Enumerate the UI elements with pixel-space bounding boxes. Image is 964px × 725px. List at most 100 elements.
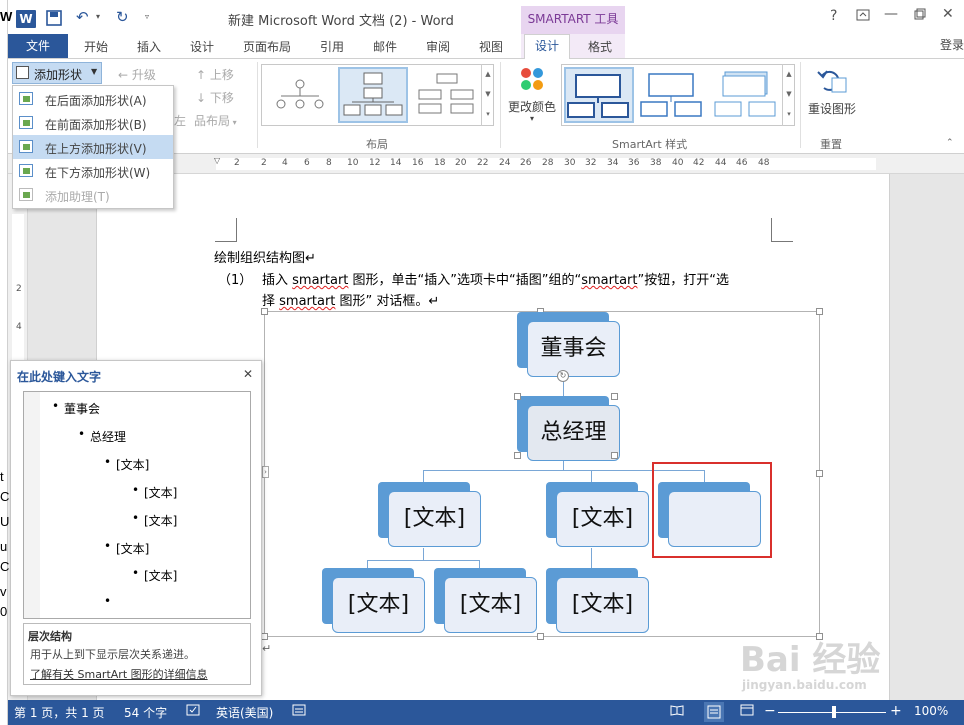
menu-item-add-below[interactable]: 在下方添加形状(W) bbox=[13, 159, 173, 183]
change-colors-button[interactable]: 更改颜色 ▾ bbox=[508, 64, 556, 130]
menu-item-add-assistant[interactable]: 添加助理(T) bbox=[13, 183, 173, 207]
resize-handle[interactable] bbox=[514, 393, 521, 400]
learn-more-link[interactable]: 了解有关 SmartArt 图形的详细信息 bbox=[30, 666, 208, 682]
redo-icon[interactable]: ↻ bbox=[116, 8, 129, 26]
resize-handle[interactable] bbox=[537, 633, 544, 640]
list-item[interactable]: [文本] bbox=[132, 566, 178, 584]
zoom-in-button[interactable]: + bbox=[890, 703, 902, 719]
tab-smartart-design[interactable]: 设计 bbox=[524, 34, 570, 59]
close-button[interactable]: ✕ bbox=[942, 6, 954, 22]
promote-button[interactable]: ← 升级 bbox=[118, 66, 156, 83]
minimize-button[interactable]: — bbox=[884, 6, 898, 22]
tab-insert[interactable]: 插入 bbox=[137, 38, 161, 55]
close-icon[interactable]: ✕ bbox=[243, 367, 253, 381]
tab-mailings[interactable]: 邮件 bbox=[373, 38, 397, 55]
list-item[interactable]: [文本] bbox=[132, 483, 178, 501]
right-to-left-button[interactable]: 左 bbox=[174, 112, 186, 129]
list-item[interactable]: [文本] bbox=[104, 539, 150, 557]
list-item[interactable] bbox=[104, 594, 126, 609]
org-node-child-1[interactable]: [文本] bbox=[378, 482, 482, 548]
undo-icon[interactable]: ↶ bbox=[76, 8, 89, 26]
tab-review[interactable]: 审阅 bbox=[426, 38, 450, 55]
layout-option-3[interactable] bbox=[412, 69, 482, 121]
tab-page-layout[interactable]: 页面布局 bbox=[243, 38, 291, 55]
resize-handle[interactable] bbox=[261, 308, 268, 315]
org-node-manager-selected[interactable]: 总经理 bbox=[517, 396, 621, 462]
ruler-number: 4 bbox=[282, 158, 288, 168]
tab-design-doc[interactable]: 设计 bbox=[190, 38, 214, 55]
style-option-3[interactable] bbox=[712, 69, 782, 121]
resize-handle[interactable] bbox=[514, 452, 521, 459]
word-logo-icon[interactable]: W bbox=[16, 10, 36, 28]
read-mode-icon[interactable] bbox=[670, 704, 684, 719]
web-layout-icon[interactable] bbox=[740, 704, 754, 719]
indent-marker-icon[interactable]: ▽ bbox=[214, 156, 220, 165]
list-item[interactable]: [文本] bbox=[132, 511, 178, 529]
zoom-slider-thumb[interactable] bbox=[832, 706, 836, 718]
org-node-grandchild-3[interactable]: [文本] bbox=[546, 568, 650, 634]
proofing-icon[interactable] bbox=[186, 704, 200, 719]
node-text[interactable]: 董事会 bbox=[527, 321, 620, 377]
style-option-2[interactable] bbox=[638, 69, 708, 121]
list-item[interactable]: [文本] bbox=[104, 455, 150, 473]
save-icon[interactable] bbox=[46, 10, 62, 30]
node-text[interactable]: [文本] bbox=[556, 577, 649, 633]
macro-icon[interactable] bbox=[292, 704, 306, 719]
add-shape-button[interactable]: 添加形状 ▼ bbox=[12, 62, 102, 84]
word-count[interactable]: 54 个字 bbox=[124, 704, 167, 721]
bg-char-6: v bbox=[0, 584, 7, 599]
zoom-out-button[interactable]: − bbox=[764, 703, 776, 719]
add-shape-label: 添加形状 bbox=[34, 68, 83, 82]
org-node-root[interactable]: 董事会 bbox=[517, 312, 621, 378]
layout-option-hierarchy-selected[interactable] bbox=[338, 67, 408, 123]
undo-dropdown-icon[interactable]: ▾ bbox=[96, 12, 100, 21]
move-up-button[interactable]: ↑ 上移 bbox=[196, 66, 234, 83]
tab-view[interactable]: 视图 bbox=[479, 38, 503, 55]
login-link[interactable]: 登录 bbox=[940, 36, 964, 53]
customize-qat-icon[interactable]: ▿ bbox=[145, 12, 149, 21]
tab-file[interactable]: 文件 bbox=[8, 34, 68, 58]
style-option-1-selected[interactable] bbox=[564, 67, 634, 123]
layouts-scroll[interactable]: ▲ ▼ ▾ bbox=[481, 64, 494, 126]
collapse-ribbon-icon[interactable]: ⌃ bbox=[946, 138, 954, 148]
move-down-button[interactable]: ↓ 下移 bbox=[196, 89, 234, 106]
list-item[interactable]: 董事会 bbox=[52, 399, 100, 417]
zoom-level[interactable]: 100% bbox=[914, 704, 948, 718]
menu-item-add-before[interactable]: 在前面添加形状(B) bbox=[13, 111, 173, 135]
rotate-handle-icon[interactable]: ↻ bbox=[557, 370, 569, 382]
org-node-child-2[interactable]: [文本] bbox=[546, 482, 650, 548]
text-pane-editor[interactable]: 董事会 总经理 [文本] [文本] [文本] [文本] [文本] bbox=[23, 391, 251, 619]
org-node-grandchild-1[interactable]: [文本] bbox=[322, 568, 426, 634]
resize-handle[interactable] bbox=[611, 452, 618, 459]
group-separator bbox=[500, 62, 501, 148]
tab-references[interactable]: 引用 bbox=[320, 38, 344, 55]
language[interactable]: 英语(美国) bbox=[216, 704, 273, 721]
node-text[interactable]: [文本] bbox=[444, 577, 537, 633]
print-layout-icon[interactable] bbox=[704, 702, 724, 722]
restore-button[interactable] bbox=[914, 8, 926, 24]
tab-home[interactable]: 开始 bbox=[84, 38, 108, 55]
tab-format[interactable]: 格式 bbox=[588, 38, 612, 55]
menu-item-label: 添加助理(T) bbox=[45, 190, 110, 204]
page-count[interactable]: 第 1 页，共 1 页 bbox=[14, 704, 105, 721]
resize-handle[interactable] bbox=[261, 633, 268, 640]
node-text[interactable]: 总经理 bbox=[527, 405, 620, 461]
node-text[interactable]: [文本] bbox=[332, 577, 425, 633]
reset-graphic-button[interactable]: 重设图形 bbox=[806, 64, 860, 130]
node-text[interactable]: [文本] bbox=[388, 491, 481, 547]
list-item[interactable]: 总经理 bbox=[78, 427, 126, 445]
resize-handle[interactable] bbox=[611, 393, 618, 400]
styles-scroll[interactable]: ▲ ▼ ▾ bbox=[782, 64, 795, 126]
group-separator bbox=[800, 62, 801, 148]
text-pane-toggle-icon[interactable]: › bbox=[262, 466, 269, 478]
ribbon-display-icon[interactable] bbox=[856, 8, 870, 26]
menu-item-add-above[interactable]: 在上方添加形状(V) bbox=[13, 135, 173, 159]
resize-handle[interactable] bbox=[816, 308, 823, 315]
node-text[interactable]: [文本] bbox=[556, 491, 649, 547]
layout-option-1[interactable] bbox=[266, 69, 334, 121]
org-node-grandchild-2[interactable]: [文本] bbox=[434, 568, 538, 634]
help-button[interactable]: ? bbox=[830, 8, 837, 24]
resize-handle[interactable] bbox=[816, 470, 823, 477]
layout-dropdown-button[interactable]: 品布局 ▾ bbox=[194, 112, 237, 129]
menu-item-add-after[interactable]: 在后面添加形状(A) bbox=[13, 87, 173, 111]
